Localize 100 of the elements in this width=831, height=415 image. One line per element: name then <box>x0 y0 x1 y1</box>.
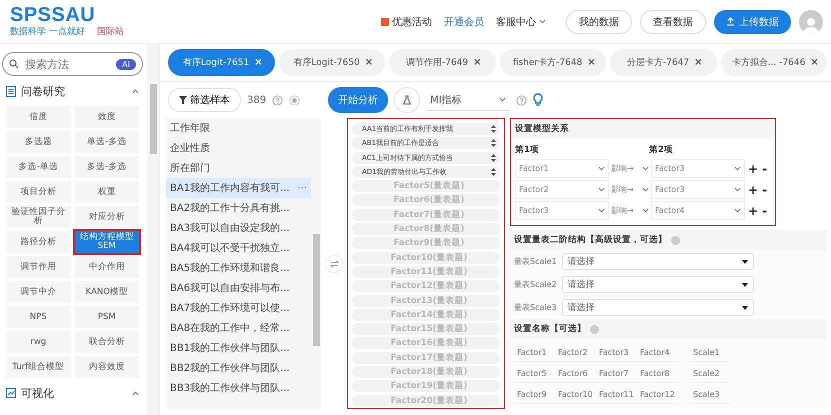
more-icon[interactable]: ··· <box>297 182 307 194</box>
scrollbar[interactable] <box>313 234 320 346</box>
factor-select[interactable]: Factor1 <box>515 159 609 178</box>
variable-item[interactable]: 工作年限 <box>166 118 311 138</box>
upload-button[interactable]: 上传数据 <box>714 10 791 34</box>
tab[interactable]: 卡方拟合... -7646 × <box>720 49 827 76</box>
variable-item[interactable]: BA4我可以不受干扰独立... <box>166 238 311 258</box>
start-analysis-button[interactable]: 开始分析 <box>328 87 388 113</box>
tab[interactable]: 有序Logit-7651 × <box>168 49 274 76</box>
method-button[interactable]: 路径分析 <box>6 231 70 253</box>
relation-select[interactable]: 影响→ <box>611 184 649 195</box>
variable-item[interactable]: BA3我可以自由设定我的... <box>166 218 311 238</box>
name-input[interactable]: Scale1 <box>690 343 730 362</box>
method-button[interactable]: 信度 <box>6 106 70 128</box>
method-button[interactable]: 联合分析 <box>74 331 139 353</box>
add-icon[interactable]: + <box>747 162 760 176</box>
add-icon[interactable]: + <box>747 204 760 218</box>
name-input[interactable]: Factor1 <box>514 343 554 362</box>
method-button[interactable]: Turf组合模型 <box>6 356 70 378</box>
ai-badge[interactable]: AI <box>116 58 136 70</box>
name-input[interactable]: Factor5 <box>514 364 554 383</box>
variable-item[interactable]: BB3我的工作伙伴与团队... <box>166 378 311 398</box>
variable-item[interactable]: 所在部门 <box>166 158 311 178</box>
index-select[interactable]: MI指标 <box>426 89 510 111</box>
name-input[interactable]: Factor10 <box>555 385 595 404</box>
method-button[interactable]: 内容效度 <box>74 356 139 378</box>
remove-icon[interactable]: - <box>761 182 768 196</box>
name-input[interactable]: Factor3 <box>596 343 636 362</box>
name-input[interactable]: Factor7 <box>596 364 636 383</box>
site-link[interactable]: 国际站 <box>96 25 124 38</box>
relation-select[interactable]: 影响→ <box>611 163 649 174</box>
method-button[interactable]: 对应分析 <box>74 206 139 228</box>
help-icon[interactable] <box>516 94 528 106</box>
logo[interactable]: SPSSAU <box>10 5 124 25</box>
scale-select[interactable]: 请选择 <box>562 299 754 316</box>
factor-select[interactable]: Factor3 <box>515 201 609 220</box>
variable-item[interactable]: BA6我可以自由安排与布... <box>166 278 311 298</box>
sort-icon[interactable] <box>491 154 496 162</box>
add-icon[interactable]: + <box>747 182 760 196</box>
method-button[interactable]: rwg <box>6 331 70 353</box>
name-input[interactable]: Scale3 <box>690 385 730 404</box>
name-input[interactable]: Factor12 <box>637 385 677 404</box>
nav-link[interactable]: 客服中心 <box>496 14 536 28</box>
method-button[interactable]: 多选-多选 <box>74 156 139 178</box>
filter-button[interactable]: 筛选样本 <box>168 88 241 112</box>
method-button[interactable]: 结构方程模型SEM <box>74 231 139 253</box>
close-icon[interactable]: × <box>587 57 596 68</box>
variable-item[interactable]: BA1我的工作内容有我可... ··· <box>166 178 311 198</box>
method-button[interactable]: 调节中介 <box>6 281 70 303</box>
name-input[interactable]: Factor2 <box>555 343 595 362</box>
method-button[interactable]: 多选-单选 <box>6 156 70 178</box>
method-button[interactable]: 验证性因子分析 <box>6 206 70 228</box>
method-button[interactable]: 单选-多选 <box>74 131 139 153</box>
scale-select[interactable]: 请选择 <box>562 276 754 293</box>
method-button[interactable]: PSM <box>74 306 139 328</box>
method-button[interactable]: KANO模型 <box>74 281 139 303</box>
remove-icon[interactable]: - <box>761 162 768 176</box>
variable-item[interactable]: BB1我的工作伙伴与团队... <box>166 338 311 358</box>
collapse-icon[interactable] <box>132 88 139 94</box>
method-button[interactable]: 权重 <box>74 181 139 203</box>
method-button[interactable]: 多选题 <box>6 131 70 153</box>
scale-select[interactable]: 请选择 <box>562 253 754 270</box>
help-icon[interactable] <box>272 94 284 106</box>
tab[interactable]: fisher卡方-7648 × <box>500 49 606 76</box>
close-icon[interactable]: × <box>473 57 482 68</box>
name-input[interactable]: Factor6 <box>555 364 595 383</box>
close-icon[interactable]: × <box>364 57 374 68</box>
variable-item[interactable]: BB2我的工作伙伴与团队... <box>166 358 311 378</box>
sort-icon[interactable] <box>491 168 496 176</box>
info-icon[interactable] <box>590 324 599 334</box>
name-input[interactable]: Factor8 <box>637 364 677 383</box>
method-button[interactable]: 效度 <box>74 106 139 128</box>
variable-item[interactable]: BA2我的工作十分具有挑... <box>166 198 311 218</box>
close-icon[interactable]: × <box>694 57 703 68</box>
name-input[interactable]: Factor4 <box>637 343 677 362</box>
name-input[interactable]: Scale2 <box>690 364 730 383</box>
variable-item[interactable]: BA5我的工作环境和谐良... <box>166 258 311 278</box>
sort-icon[interactable] <box>491 139 496 148</box>
flask-button[interactable] <box>394 87 420 113</box>
record-icon[interactable] <box>289 94 300 106</box>
method-button[interactable]: NPS <box>6 306 70 328</box>
factor-select[interactable]: Factor4 <box>651 201 745 220</box>
method-button[interactable]: 调节作用 <box>6 256 70 278</box>
search-field[interactable]: 搜索方法 AI <box>2 52 143 76</box>
close-icon[interactable]: × <box>810 57 819 68</box>
close-icon[interactable]: × <box>254 57 263 68</box>
header-button[interactable]: 查看数据 <box>640 10 706 34</box>
remove-icon[interactable]: - <box>761 204 768 218</box>
scrollbar[interactable] <box>147 44 159 415</box>
factor-select[interactable]: Factor3 <box>651 159 745 178</box>
nav-link[interactable]: 开通会员 <box>444 14 484 28</box>
info-icon[interactable] <box>671 236 680 244</box>
factor-select[interactable]: Factor2 <box>515 180 609 199</box>
nav-link[interactable]: 优惠活动 <box>392 14 432 28</box>
tab[interactable]: 分层卡方-7647 × <box>610 49 716 76</box>
name-input[interactable]: Factor9 <box>514 385 554 404</box>
section-title[interactable]: 问卷研究 <box>21 84 127 98</box>
lightbulb-icon[interactable] <box>533 93 544 107</box>
variable-item[interactable]: BA8在我的工作中，经常... <box>166 318 311 338</box>
relation-select[interactable]: 影响→ <box>611 205 649 216</box>
